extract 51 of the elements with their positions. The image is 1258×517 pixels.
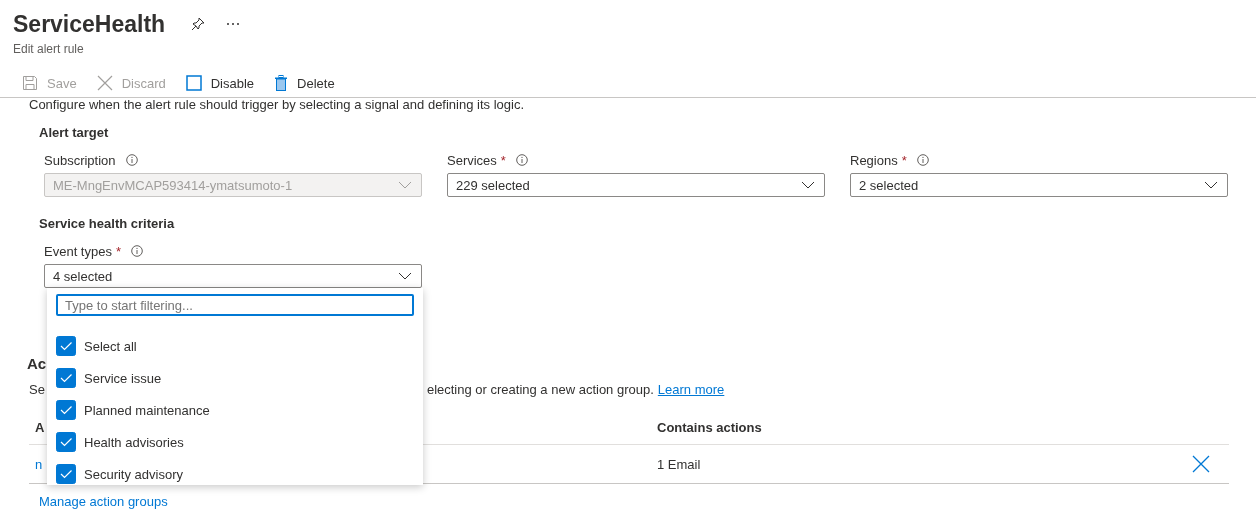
trash-icon <box>274 75 289 91</box>
checkbox[interactable] <box>56 368 76 388</box>
checkbox[interactable] <box>56 464 76 484</box>
page-title: ServiceHealth <box>13 10 166 38</box>
description-text: Se <box>29 382 45 397</box>
option-label[interactable]: Select all <box>84 338 137 354</box>
option-label[interactable]: Security advisory <box>84 466 183 482</box>
option-label[interactable]: Planned maintenance <box>84 402 210 418</box>
dropdown-field[interactable]: 4 selected <box>44 264 422 288</box>
description-text: electing or creating a new action group. <box>426 382 654 397</box>
required-mark: * <box>500 152 506 168</box>
manage-action-groups-link[interactable]: Manage action groups <box>39 494 168 509</box>
column-header: A <box>34 420 46 435</box>
section-heading: Service health criteria <box>39 216 176 231</box>
info-icon[interactable] <box>131 245 143 257</box>
filter-field[interactable]: Type to start filtering... <box>56 294 414 316</box>
chevron-down-icon <box>398 272 412 280</box>
page-subtitle: Edit alert rule <box>12 41 85 56</box>
field-label: Event types <box>44 243 112 259</box>
chevron-down-icon <box>1204 181 1218 189</box>
intro-text: Configure when the alert rule should trigger by selecting a signal and defining its logic. <box>29 98 525 112</box>
field-label: Regions <box>850 152 898 168</box>
dropdown-field[interactable]: 229 selected <box>447 173 825 197</box>
required-mark: * <box>115 243 121 259</box>
close-icon <box>96 75 113 91</box>
field-label: Services <box>447 152 497 168</box>
info-icon[interactable] <box>515 154 528 166</box>
learn-more-link[interactable]: Learn more <box>657 382 725 397</box>
checkbox-icon <box>185 75 202 91</box>
checkbox[interactable] <box>56 336 76 356</box>
required-mark: * <box>901 152 907 168</box>
pin-icon[interactable] <box>191 17 206 31</box>
section-heading: Ac <box>27 355 48 372</box>
chevron-down-icon <box>801 181 815 189</box>
column-header: Contains actions <box>656 420 763 435</box>
table-cell-text: 1 Email <box>656 456 702 472</box>
option-label[interactable]: Health advisories <box>84 434 184 450</box>
option-label[interactable]: Service issue <box>84 370 162 386</box>
toolbar-button[interactable]: Delete <box>272 73 337 93</box>
section-heading: Alert target <box>39 125 110 140</box>
checkbox[interactable] <box>56 432 76 452</box>
chevron-down-icon <box>398 181 412 189</box>
more-icon[interactable] <box>226 22 241 26</box>
info-icon[interactable] <box>125 154 138 166</box>
dropdown-field[interactable]: 2 selected <box>850 173 1228 197</box>
field-label: Subscription <box>44 152 116 168</box>
checkbox[interactable] <box>56 400 76 420</box>
close-icon[interactable] <box>1192 455 1210 473</box>
info-icon[interactable] <box>916 154 929 166</box>
save-icon <box>22 75 38 91</box>
toolbar-button[interactable]: Disable <box>183 73 257 93</box>
